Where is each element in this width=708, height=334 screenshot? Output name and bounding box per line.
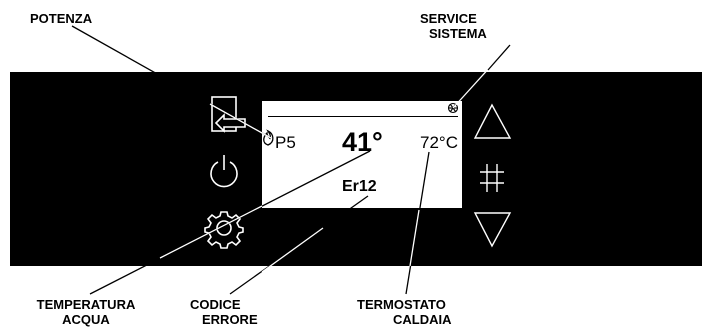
leader-codice-inside bbox=[261, 227, 324, 273]
diagram-overlay bbox=[71, 25, 512, 295]
up-arrow-icon[interactable] bbox=[473, 103, 512, 139]
down-arrow-icon[interactable] bbox=[473, 212, 512, 248]
leader-service-top bbox=[487, 44, 511, 71]
flame-icon bbox=[263, 129, 274, 146]
hash-icon[interactable] bbox=[480, 164, 504, 192]
power-icon[interactable] bbox=[210, 155, 238, 188]
gear-icon[interactable] bbox=[204, 211, 244, 249]
leader-temperatura-inside bbox=[159, 205, 263, 259]
leader-termostato-inside bbox=[409, 209, 420, 267]
